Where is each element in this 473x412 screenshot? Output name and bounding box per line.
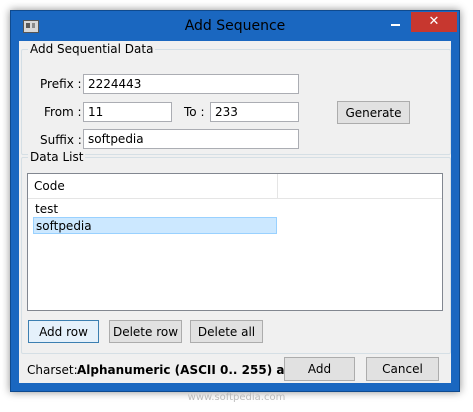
- dialog-client-area: Add Sequential Data Prefix : From : To :…: [19, 41, 451, 383]
- add-button[interactable]: Add: [284, 357, 355, 381]
- to-label: To :: [184, 105, 205, 119]
- sequential-data-group-label: Add Sequential Data: [28, 42, 156, 56]
- charset-label: Charset:: [27, 363, 78, 377]
- list-item-selected[interactable]: softpedia: [33, 217, 277, 234]
- minimize-icon[interactable]: [383, 12, 408, 32]
- from-label: From :: [44, 105, 82, 119]
- data-list-group-label: Data List: [28, 150, 86, 164]
- from-input[interactable]: [83, 102, 172, 122]
- close-icon[interactable]: ✕: [411, 12, 457, 32]
- add-sequence-window: Add Sequence ✕ Add Sequential Data Prefi…: [10, 10, 460, 392]
- watermark-text: www.softpedia.com: [187, 392, 286, 403]
- add-row-button[interactable]: Add row: [28, 320, 99, 343]
- generate-button[interactable]: Generate: [337, 101, 410, 124]
- suffix-label: Suffix :: [40, 133, 82, 147]
- suffix-input[interactable]: [83, 129, 299, 149]
- sequential-data-group: Add Sequential Data Prefix : From : To :…: [21, 42, 451, 155]
- delete-all-button[interactable]: Delete all: [190, 320, 263, 343]
- list-header: Code: [28, 174, 442, 199]
- cancel-button[interactable]: Cancel: [366, 357, 439, 381]
- title-bar[interactable]: Add Sequence ✕: [11, 11, 459, 41]
- list-item[interactable]: test: [33, 201, 277, 218]
- column-header-code[interactable]: Code: [28, 174, 278, 198]
- delete-row-button[interactable]: Delete row: [109, 320, 182, 343]
- to-input[interactable]: [210, 102, 299, 122]
- data-list-view[interactable]: Code test softpedia: [27, 173, 443, 311]
- prefix-input[interactable]: [83, 74, 299, 94]
- prefix-label: Prefix :: [40, 77, 82, 91]
